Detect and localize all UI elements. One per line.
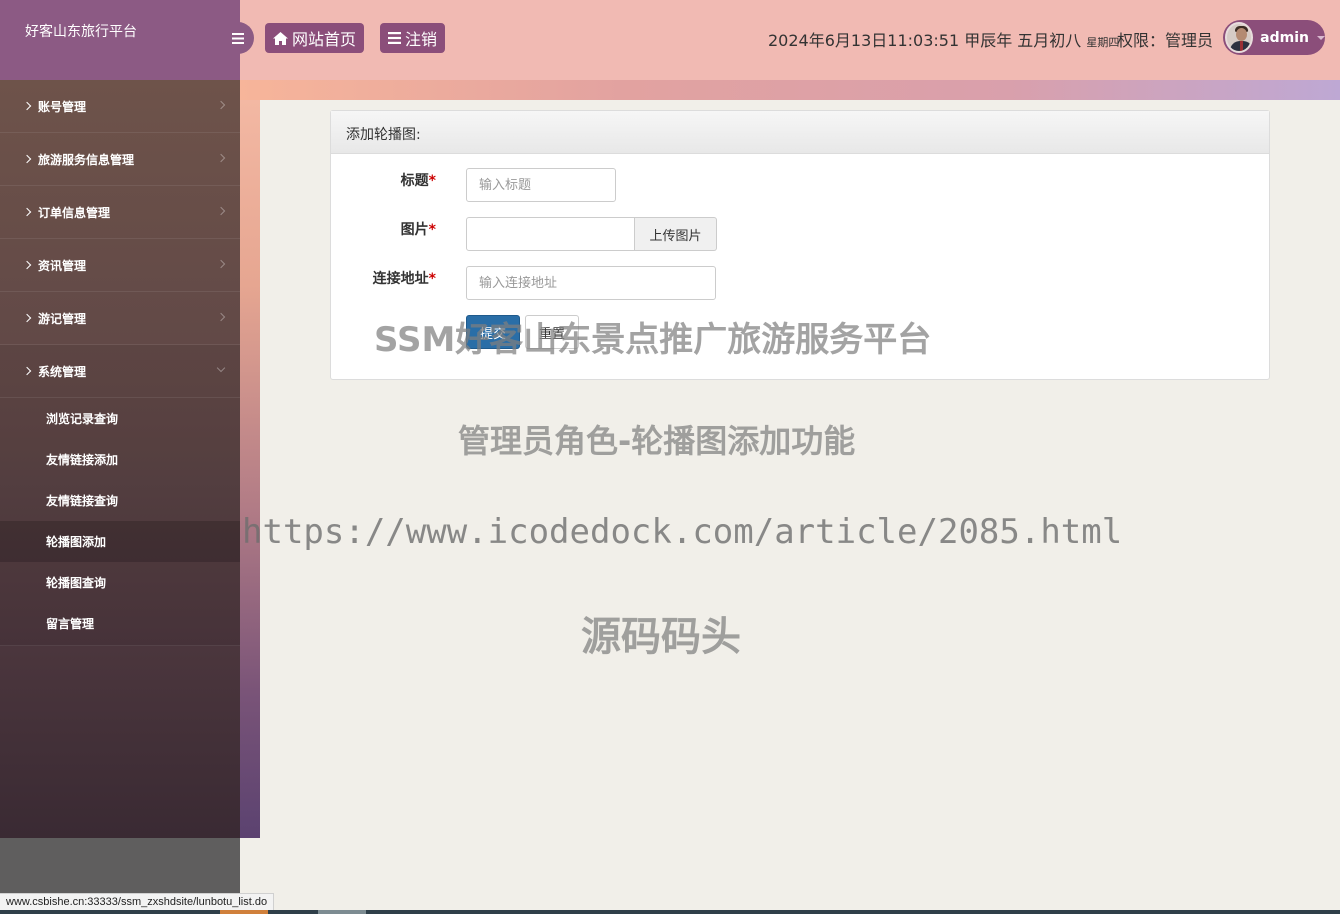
datetime-text: 2024年6月13日11:03:51 甲辰年 五月初八	[768, 31, 1082, 50]
sidebar-item-orders[interactable]: 订单信息管理	[0, 186, 240, 239]
sidebar-item-account[interactable]: 账号管理	[0, 80, 240, 133]
link-label-text: 连接地址	[372, 271, 429, 287]
required-mark: *	[428, 222, 436, 238]
chevron-down-icon	[216, 363, 226, 373]
watermark-url: https://www.icodedock.com/article/2085.h…	[242, 512, 1123, 552]
top-header: 好客山东旅行平台 网站首页 注销 2024年6月13日11:03:51 甲辰年 …	[0, 0, 1340, 80]
image-path-input[interactable]	[466, 217, 635, 251]
sidebar-item-news[interactable]: 资讯管理	[0, 239, 240, 292]
sidebar-gradient-edge	[240, 100, 260, 838]
required-mark: *	[428, 173, 436, 189]
upload-image-button[interactable]: 上传图片	[635, 217, 717, 251]
sidebar-item-label: 订单信息管理	[38, 205, 111, 220]
taskbar-strip	[0, 910, 1340, 914]
sidebar-subitem-label: 浏览记录查询	[46, 412, 119, 426]
link-url-input[interactable]	[466, 266, 716, 300]
status-bar-url: www.csbishe.cn:33333/ssm_zxshdsite/lunbo…	[0, 893, 275, 910]
image-label-text: 图片	[400, 222, 429, 238]
sidebar-subitem-label: 轮播图添加	[46, 535, 107, 549]
chevron-right-icon	[216, 206, 226, 216]
sidebar-item-label: 账号管理	[38, 99, 87, 114]
sidebar-item-label: 游记管理	[38, 311, 87, 326]
watermark-brand: 源码码头	[581, 614, 741, 660]
sidebar-item-label: 资讯管理	[38, 258, 87, 273]
username: admin	[1260, 29, 1309, 46]
chevron-right-icon	[22, 260, 32, 270]
chevron-right-icon	[216, 153, 226, 163]
sidebar-item-label: 旅游服务信息管理	[38, 152, 135, 167]
weekday-text: 星期四	[1086, 36, 1120, 49]
sidebar-subitem-messages[interactable]: 留言管理	[0, 603, 240, 644]
chevron-right-icon	[22, 313, 32, 323]
title-input[interactable]	[466, 168, 616, 202]
sidebar-subitem-label: 友情链接查询	[46, 494, 119, 508]
watermark-subtitle: 管理员角色-轮播图添加功能	[458, 422, 856, 460]
sidebar-item-travel-service[interactable]: 旅游服务信息管理	[0, 133, 240, 186]
sidebar-subitem-carousel-query[interactable]: 轮播图查询	[0, 562, 240, 603]
logout-label: 注销	[405, 30, 438, 49]
link-label: 连接地址*	[326, 268, 436, 288]
system-submenu: 浏览记录查询 友情链接添加 友情链接查询 轮播图添加 轮播图查询 留言管理	[0, 398, 240, 646]
site-home-label: 网站首页	[292, 30, 357, 49]
site-home-button[interactable]: 网站首页	[265, 23, 365, 53]
sidebar-item-travelogue[interactable]: 游记管理	[0, 292, 240, 345]
sidebar: 账号管理 旅游服务信息管理 订单信息管理 资讯管理 游记管理 系统管理 浏览记录…	[0, 80, 240, 838]
list-icon	[388, 32, 401, 44]
sidebar-toggle-button[interactable]	[222, 22, 254, 54]
header-gradient-strip	[240, 80, 1340, 100]
sidebar-subitem-friendlink-add[interactable]: 友情链接添加	[0, 439, 240, 480]
sidebar-footer	[0, 838, 240, 894]
sidebar-subitem-friendlink-query[interactable]: 友情链接查询	[0, 480, 240, 521]
watermark-title: SSM好客山东景点推广旅游服务平台	[374, 320, 932, 360]
image-label: 图片*	[326, 219, 436, 239]
required-mark: *	[428, 271, 436, 287]
current-datetime: 2024年6月13日11:03:51 甲辰年 五月初八 星期四	[768, 27, 1119, 51]
chevron-right-icon	[216, 259, 226, 269]
title-label: 标题*	[326, 170, 436, 190]
user-menu-button[interactable]: admin	[1223, 20, 1325, 55]
avatar	[1225, 22, 1254, 53]
title-label-text: 标题	[400, 173, 429, 189]
home-icon	[273, 31, 288, 45]
chevron-right-icon	[22, 101, 32, 111]
sidebar-subitem-carousel-add[interactable]: 轮播图添加	[0, 521, 240, 562]
sidebar-subitem-label: 友情链接添加	[46, 453, 119, 467]
sidebar-subitem-label: 留言管理	[46, 617, 95, 631]
sidebar-item-system[interactable]: 系统管理	[0, 345, 240, 398]
permission-text: 权限：管理员	[1117, 31, 1214, 50]
sidebar-subitem-browse-history[interactable]: 浏览记录查询	[0, 398, 240, 439]
sidebar-item-label: 系统管理	[38, 364, 87, 379]
chevron-right-icon	[22, 366, 32, 376]
chevron-right-icon	[216, 100, 226, 110]
menu-icon	[232, 32, 244, 44]
chevron-right-icon	[216, 312, 226, 322]
logout-button[interactable]: 注销	[380, 23, 446, 53]
caret-down-icon	[1317, 35, 1325, 40]
panel-heading: 添加轮播图:	[331, 111, 1269, 154]
sidebar-subitem-label: 轮播图查询	[46, 576, 107, 590]
chevron-right-icon	[22, 154, 32, 164]
chevron-right-icon	[22, 207, 32, 217]
brand-title: 好客山东旅行平台	[0, 0, 240, 80]
